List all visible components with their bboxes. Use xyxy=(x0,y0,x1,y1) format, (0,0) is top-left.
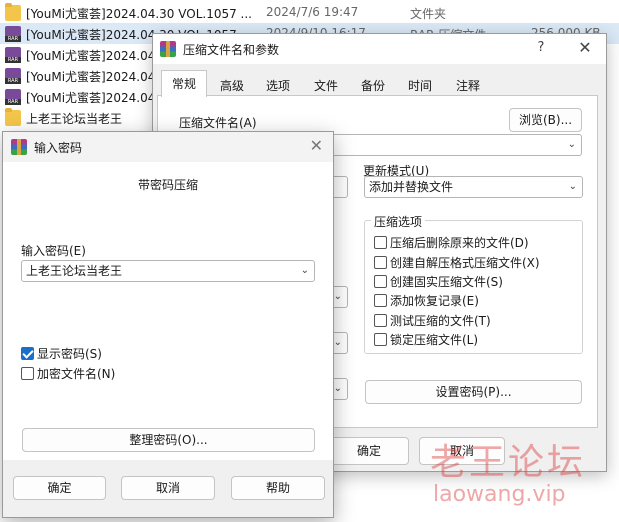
folder-icon xyxy=(5,3,21,21)
dialog-titlebar[interactable]: 输入密码 ✕ xyxy=(3,132,333,162)
dialog-title: 压缩文件名和参数 xyxy=(183,43,280,57)
rar-file-icon xyxy=(5,68,21,84)
option-label: 添加恢复记录(E) xyxy=(390,294,479,308)
file-type: 文件夹 xyxy=(410,7,447,21)
password-label: 输入密码(E) xyxy=(21,244,86,258)
checkbox[interactable] xyxy=(374,294,387,307)
option-label: 压缩后删除原来的文件(D) xyxy=(390,236,529,250)
organize-passwords-button[interactable]: 整理密码(O)... xyxy=(22,428,315,452)
winrar-app-icon xyxy=(11,139,27,155)
compression-options-group: 压缩选项 压缩后删除原来的文件(D) 创建自解压格式压缩文件(X) 创建固实压缩… xyxy=(364,213,583,354)
rar-file-icon xyxy=(5,26,21,42)
help-icon[interactable]: ? xyxy=(533,40,549,55)
option-solid[interactable]: 创建固实压缩文件(S) xyxy=(374,273,503,291)
password-dialog-footer: 确定 取消 帮助 xyxy=(3,460,333,517)
chevron-down-icon[interactable]: ⌄ xyxy=(568,135,576,155)
chevron-down-icon[interactable]: ⌄ xyxy=(334,287,342,307)
file-name: [YouMi尤蜜荟]2024.04 xyxy=(26,49,156,63)
password-value: 上老王论坛当老王 xyxy=(26,264,123,278)
file-name: [YouMi尤蜜荟]2024.04 xyxy=(26,70,156,84)
rar-file-icon xyxy=(5,89,21,105)
tab-general[interactable]: 常规 xyxy=(161,70,208,97)
chevron-down-icon[interactable]: ⌄ xyxy=(334,333,342,353)
set-password-button[interactable]: 设置密码(P)... xyxy=(365,380,582,404)
tab-files[interactable]: 文件 xyxy=(303,72,349,96)
rar-file-icon xyxy=(5,47,21,63)
password-heading: 带密码压缩 xyxy=(137,178,198,192)
browse-button[interactable]: 浏览(B)... xyxy=(509,108,582,132)
close-icon[interactable]: ✕ xyxy=(310,136,323,155)
show-password-label: 显示密码(S) xyxy=(37,347,102,361)
option-label: 锁定压缩文件(L) xyxy=(390,333,479,347)
archive-ok-button[interactable]: 确定 xyxy=(329,437,409,465)
folder-icon xyxy=(5,108,21,126)
checkbox-checked[interactable] xyxy=(21,347,34,360)
file-name: [YouMi尤蜜荟]2024.04.30 VOL.1057 ... xyxy=(26,7,252,21)
option-lock-archive[interactable]: 锁定压缩文件(L) xyxy=(374,331,478,349)
file-name: 上老王论坛当老王 xyxy=(26,112,123,126)
encrypt-filenames-option[interactable]: 加密文件名(N) xyxy=(21,365,115,383)
update-mode-value: 添加并替换文件 xyxy=(369,180,454,194)
option-label: 创建固实压缩文件(S) xyxy=(390,275,503,289)
tab-backup[interactable]: 备份 xyxy=(350,72,396,96)
checkbox[interactable] xyxy=(374,236,387,249)
option-test-files[interactable]: 测试压缩的文件(T) xyxy=(374,312,491,330)
file-row[interactable]: [YouMi尤蜜荟]2024.04.30 VOL.1057 ... 2024/7… xyxy=(0,2,619,23)
checkbox[interactable] xyxy=(374,256,387,269)
group-title: 压缩选项 xyxy=(371,213,426,230)
chevron-down-icon[interactable]: ⌄ xyxy=(301,261,309,281)
option-sfx[interactable]: 创建自解压格式压缩文件(X) xyxy=(374,254,540,272)
enter-password-dialog: 输入密码 ✕ 带密码压缩 输入密码(E) 上老王论坛当老王 ⌄ 显示密码(S) … xyxy=(2,131,334,518)
tab-comment[interactable]: 注释 xyxy=(445,72,491,96)
dialog-titlebar[interactable]: 压缩文件名和参数 ? ✕ xyxy=(153,34,606,64)
password-ok-button[interactable]: 确定 xyxy=(13,476,106,500)
watermark-url: laowang.vip xyxy=(433,482,566,507)
tab-options[interactable]: 选项 xyxy=(255,72,301,96)
chevron-down-icon[interactable]: ⌄ xyxy=(334,379,342,399)
dialog-title: 输入密码 xyxy=(34,141,83,155)
close-icon[interactable]: ✕ xyxy=(576,38,594,57)
password-cancel-button[interactable]: 取消 xyxy=(121,476,215,500)
checkbox[interactable] xyxy=(374,314,387,327)
archive-name-label: 压缩文件名(A) xyxy=(179,116,257,130)
tab-advanced[interactable]: 高级 xyxy=(209,72,255,96)
watermark-text: 老王论坛 xyxy=(430,442,587,483)
password-dialog-body: 带密码压缩 输入密码(E) 上老王论坛当老王 ⌄ 显示密码(S) 加密文件名(N… xyxy=(3,162,333,460)
update-mode-combo[interactable]: 添加并替换文件 ⌄ xyxy=(364,176,583,198)
file-date: 2024/7/6 19:47 xyxy=(266,5,359,19)
checkbox[interactable] xyxy=(374,333,387,346)
option-label: 测试压缩的文件(T) xyxy=(390,314,491,328)
option-recovery-record[interactable]: 添加恢复记录(E) xyxy=(374,292,479,310)
checkbox[interactable] xyxy=(374,275,387,288)
option-delete-after[interactable]: 压缩后删除原来的文件(D) xyxy=(374,234,529,252)
tab-time[interactable]: 时间 xyxy=(397,72,443,96)
encrypt-filenames-label: 加密文件名(N) xyxy=(37,367,116,381)
chevron-down-icon[interactable]: ⌄ xyxy=(569,177,577,197)
checkbox[interactable] xyxy=(21,367,34,380)
file-name: [YouMi尤蜜荟]2024.04 xyxy=(26,91,156,105)
password-help-button[interactable]: 帮助 xyxy=(231,476,325,500)
winrar-app-icon xyxy=(160,41,176,57)
option-label: 创建自解压格式压缩文件(X) xyxy=(390,256,540,270)
show-password-option[interactable]: 显示密码(S) xyxy=(21,345,102,363)
password-input[interactable]: 上老王论坛当老王 ⌄ xyxy=(21,260,315,282)
